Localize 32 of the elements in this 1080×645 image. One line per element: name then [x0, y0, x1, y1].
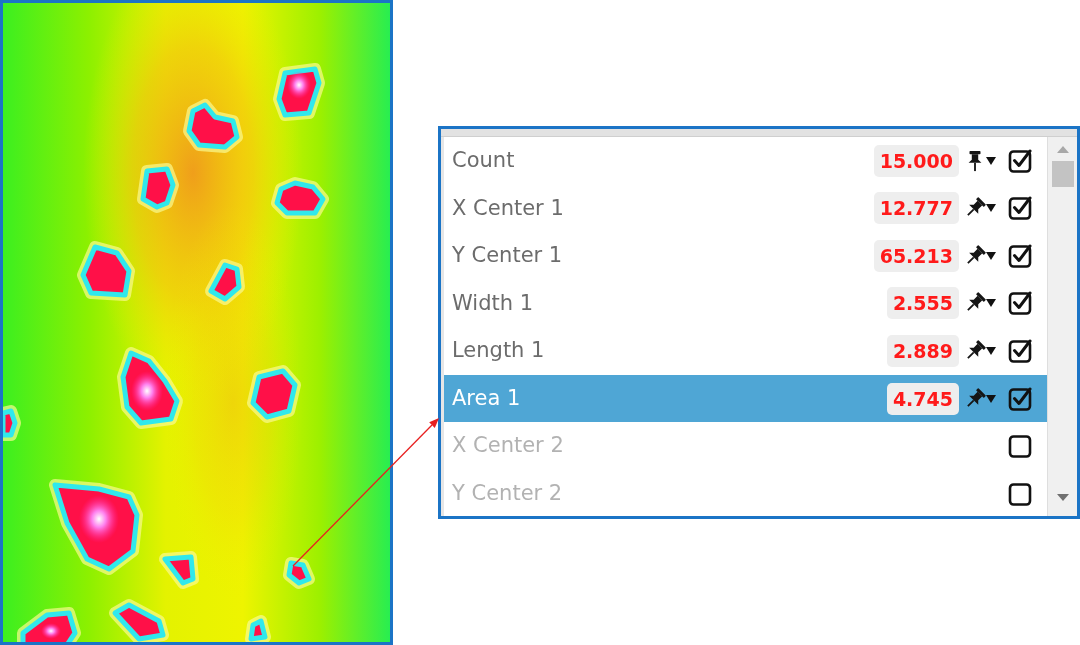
checkbox[interactable] — [1008, 290, 1034, 317]
scroll-down-icon[interactable] — [1056, 494, 1069, 501]
checkbox[interactable] — [1008, 433, 1034, 460]
measurement-value: 15.000 — [873, 144, 959, 177]
scrollbar-thumb[interactable] — [1051, 161, 1074, 187]
caret-icon — [986, 347, 996, 356]
measurement-label: Count — [452, 147, 516, 175]
measurement-label: Y Center 1 — [452, 242, 564, 270]
measurement-value: 4.745 — [886, 382, 959, 415]
measurement-value: 2.555 — [886, 287, 959, 320]
measurement-label: X Center 1 — [452, 194, 565, 222]
scrollbar[interactable] — [1047, 137, 1077, 516]
measurement-value: 2.889 — [886, 335, 959, 368]
caret-icon — [986, 251, 996, 260]
measurement-label: Length 1 — [452, 337, 546, 365]
checkbox[interactable] — [1008, 242, 1034, 269]
measurement-label: Width 1 — [452, 289, 535, 317]
checkbox[interactable] — [1008, 338, 1034, 365]
measurement-value: 12.777 — [873, 192, 959, 225]
measurement-label: Area 1 — [452, 384, 522, 412]
measurement-row[interactable]: Area 1 4.745 — [444, 374, 1047, 423]
checkbox[interactable] — [1008, 385, 1034, 412]
caret-icon — [986, 204, 996, 213]
measurement-label: X Center 2 — [452, 432, 565, 460]
caret-icon — [986, 299, 996, 308]
caret-icon — [986, 156, 996, 165]
caret-icon — [986, 394, 996, 403]
measurement-value: 65.213 — [873, 239, 959, 272]
measurement-label: Y Center 2 — [452, 479, 564, 507]
checkbox[interactable] — [1008, 147, 1034, 174]
checkbox[interactable] — [1008, 195, 1034, 222]
checkbox[interactable] — [1008, 480, 1034, 507]
